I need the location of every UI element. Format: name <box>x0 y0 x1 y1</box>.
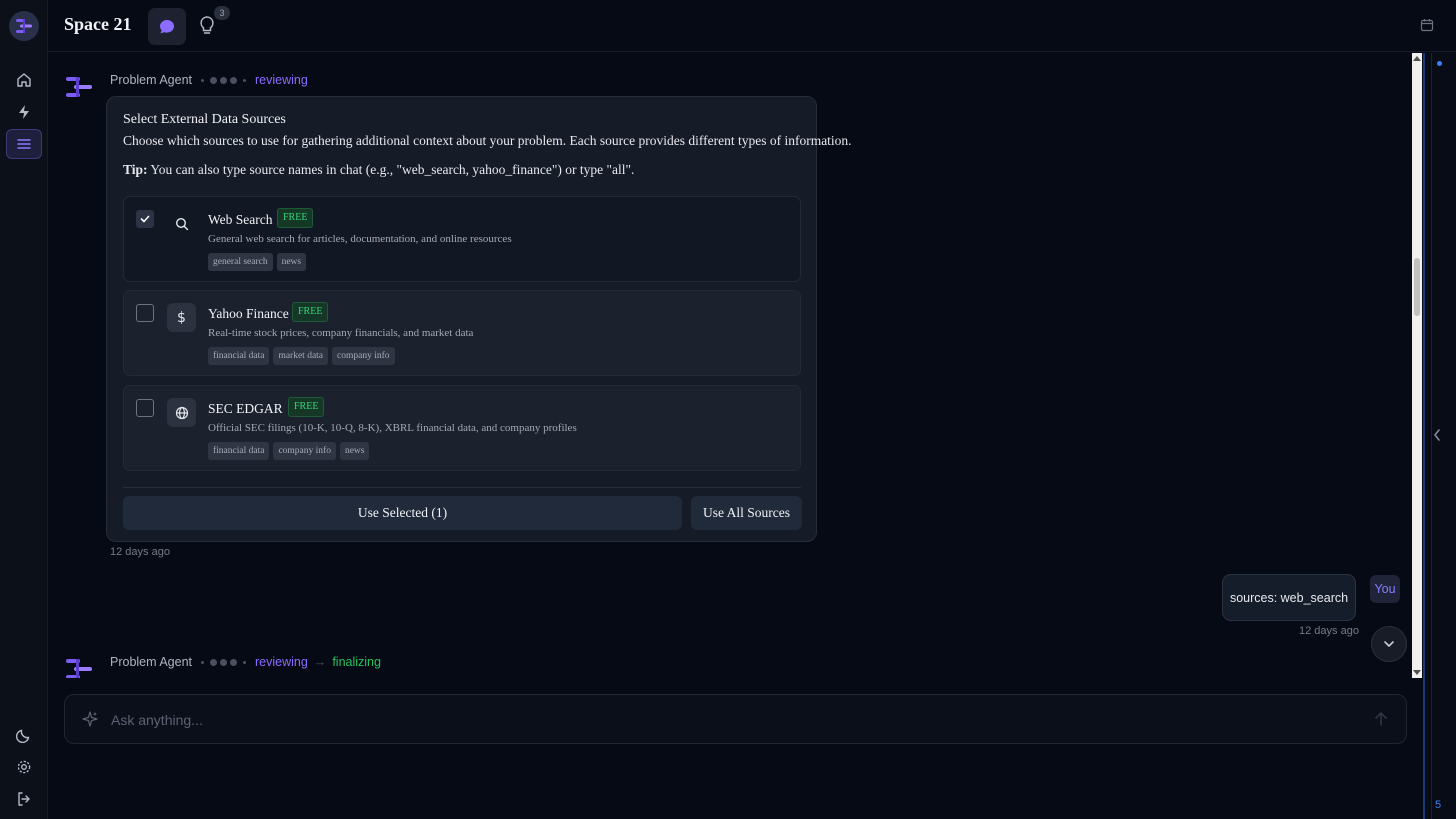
free-badge: FREE <box>288 397 325 417</box>
moon-icon <box>16 729 30 743</box>
agent-header: Problem Agent reviewing <box>110 73 308 87</box>
user-avatar: You <box>1370 575 1400 603</box>
lightbulb-icon <box>200 16 214 34</box>
agent-name: Problem Agent <box>110 73 192 87</box>
source-option-web-search[interactable]: Web Search FREE General web search for a… <box>123 196 801 282</box>
free-badge: FREE <box>292 302 329 322</box>
typing-dots <box>198 658 249 666</box>
data-sources-card: Select External Data Sources Choose whic… <box>106 96 852 542</box>
scroll-to-bottom-button[interactable] <box>1371 626 1407 662</box>
panel-divider <box>1431 53 1432 819</box>
panel-count: 5 <box>1435 799 1442 811</box>
scroll-thumb[interactable] <box>1414 258 1420 316</box>
source-name: Yahoo Finance <box>208 306 289 321</box>
nav-home[interactable] <box>6 65 42 95</box>
check-icon <box>140 215 150 223</box>
agent-next-status: finalizing <box>332 655 381 669</box>
source-tag: news <box>339 442 370 460</box>
theme-toggle[interactable] <box>6 720 42 750</box>
search-icon <box>175 217 188 230</box>
chevron-down-icon <box>1384 641 1394 647</box>
left-rail <box>0 0 48 819</box>
card-tip: Tip: You can also type source names in c… <box>123 162 634 178</box>
chat-area[interactable]: Problem Agent reviewing Select External … <box>48 53 1412 678</box>
message-timestamp: 12 days ago <box>110 546 170 558</box>
source-tag: company info <box>332 347 395 365</box>
chat-mode-button[interactable] <box>148 8 186 45</box>
scroll-up-arrow[interactable] <box>1413 56 1421 61</box>
settings-button[interactable] <box>6 752 42 782</box>
nav-actions[interactable] <box>6 97 42 127</box>
source-option-yahoo-finance[interactable]: $ Yahoo Finance FREE Real-time stock pri… <box>123 290 801 376</box>
space-title: Space 21 <box>64 14 132 34</box>
use-all-sources-button[interactable]: Use All Sources <box>691 496 802 530</box>
agent-avatar-icon <box>66 77 92 97</box>
source-icon <box>167 398 196 427</box>
tip-text: You can also type source names in chat (… <box>147 162 635 177</box>
panel-indicator-dot <box>1437 61 1442 66</box>
source-icon: $ <box>167 303 196 332</box>
send-button[interactable] <box>1374 711 1388 732</box>
source-name: Web Search <box>208 212 273 227</box>
source-tag: financial data <box>208 347 270 365</box>
source-description: Real-time stock prices, company financia… <box>208 327 474 339</box>
typing-dots <box>198 76 249 84</box>
sparkle-icon <box>81 710 99 733</box>
source-tags: financial data company info news <box>208 442 370 460</box>
message-composer <box>64 694 1407 744</box>
source-description: General web search for articles, documen… <box>208 233 512 245</box>
source-checkbox[interactable] <box>136 399 154 417</box>
tip-label: Tip: <box>123 162 148 177</box>
card-title: Select External Data Sources <box>123 112 286 127</box>
gear-icon <box>17 760 31 774</box>
arrow-up-icon <box>1375 712 1387 726</box>
dollar-icon: $ <box>177 309 186 326</box>
agent-avatar-icon <box>66 659 92 678</box>
chevron-left-icon <box>1434 429 1440 441</box>
expand-panel-button[interactable] <box>1433 429 1441 444</box>
source-icon <box>167 209 196 238</box>
source-description: Official SEC filings (10-K, 10-Q, 8-K), … <box>208 422 577 434</box>
list-icon <box>17 139 31 149</box>
top-bar: Space 21 3 <box>48 0 1456 52</box>
bolt-icon <box>19 105 29 119</box>
nav-list[interactable] <box>6 129 42 159</box>
insights-count-badge: 3 <box>214 6 230 20</box>
message-timestamp: 12 days ago <box>1299 625 1359 637</box>
free-badge: FREE <box>277 208 314 228</box>
card-divider <box>123 487 801 488</box>
calendar-button[interactable] <box>1420 18 1434 37</box>
home-icon <box>17 73 31 87</box>
globe-icon <box>175 406 188 419</box>
source-tag: company info <box>273 442 336 460</box>
status-arrow: → <box>313 655 327 669</box>
agent-status: reviewing <box>255 73 308 87</box>
source-option-sec-edgar[interactable]: SEC EDGAR FREE Official SEC filings (10-… <box>123 385 801 471</box>
source-tag: news <box>276 253 307 271</box>
source-checkbox[interactable] <box>136 304 154 322</box>
logout-button[interactable] <box>6 784 42 814</box>
source-tag: financial data <box>208 442 270 460</box>
card-description: Choose which sources to use for gatherin… <box>123 133 852 148</box>
agent-status: reviewing <box>255 655 308 669</box>
calendar-icon <box>1420 19 1434 32</box>
source-tag: general search <box>208 253 273 271</box>
right-side-panel: 5 <box>1423 53 1456 819</box>
app-logo[interactable] <box>9 11 39 41</box>
chat-scrollbar[interactable] <box>1412 53 1422 678</box>
source-checkbox[interactable] <box>136 210 154 228</box>
chat-bubble-icon <box>160 19 174 33</box>
user-message-bubble: sources: web_search <box>1222 574 1356 621</box>
agent-name: Problem Agent <box>110 655 192 669</box>
chat-input[interactable] <box>111 707 1361 733</box>
source-tags: general search news <box>208 253 307 271</box>
use-selected-button[interactable]: Use Selected (1) <box>123 496 682 530</box>
logout-icon <box>18 792 30 806</box>
logo-icon <box>16 19 32 33</box>
agent-header: Problem Agent reviewing → finalizing <box>110 655 381 669</box>
scroll-down-arrow[interactable] <box>1413 670 1421 675</box>
source-tags: financial data market data company info <box>208 347 395 365</box>
source-tag: market data <box>273 347 329 365</box>
source-name: SEC EDGAR <box>208 401 283 416</box>
